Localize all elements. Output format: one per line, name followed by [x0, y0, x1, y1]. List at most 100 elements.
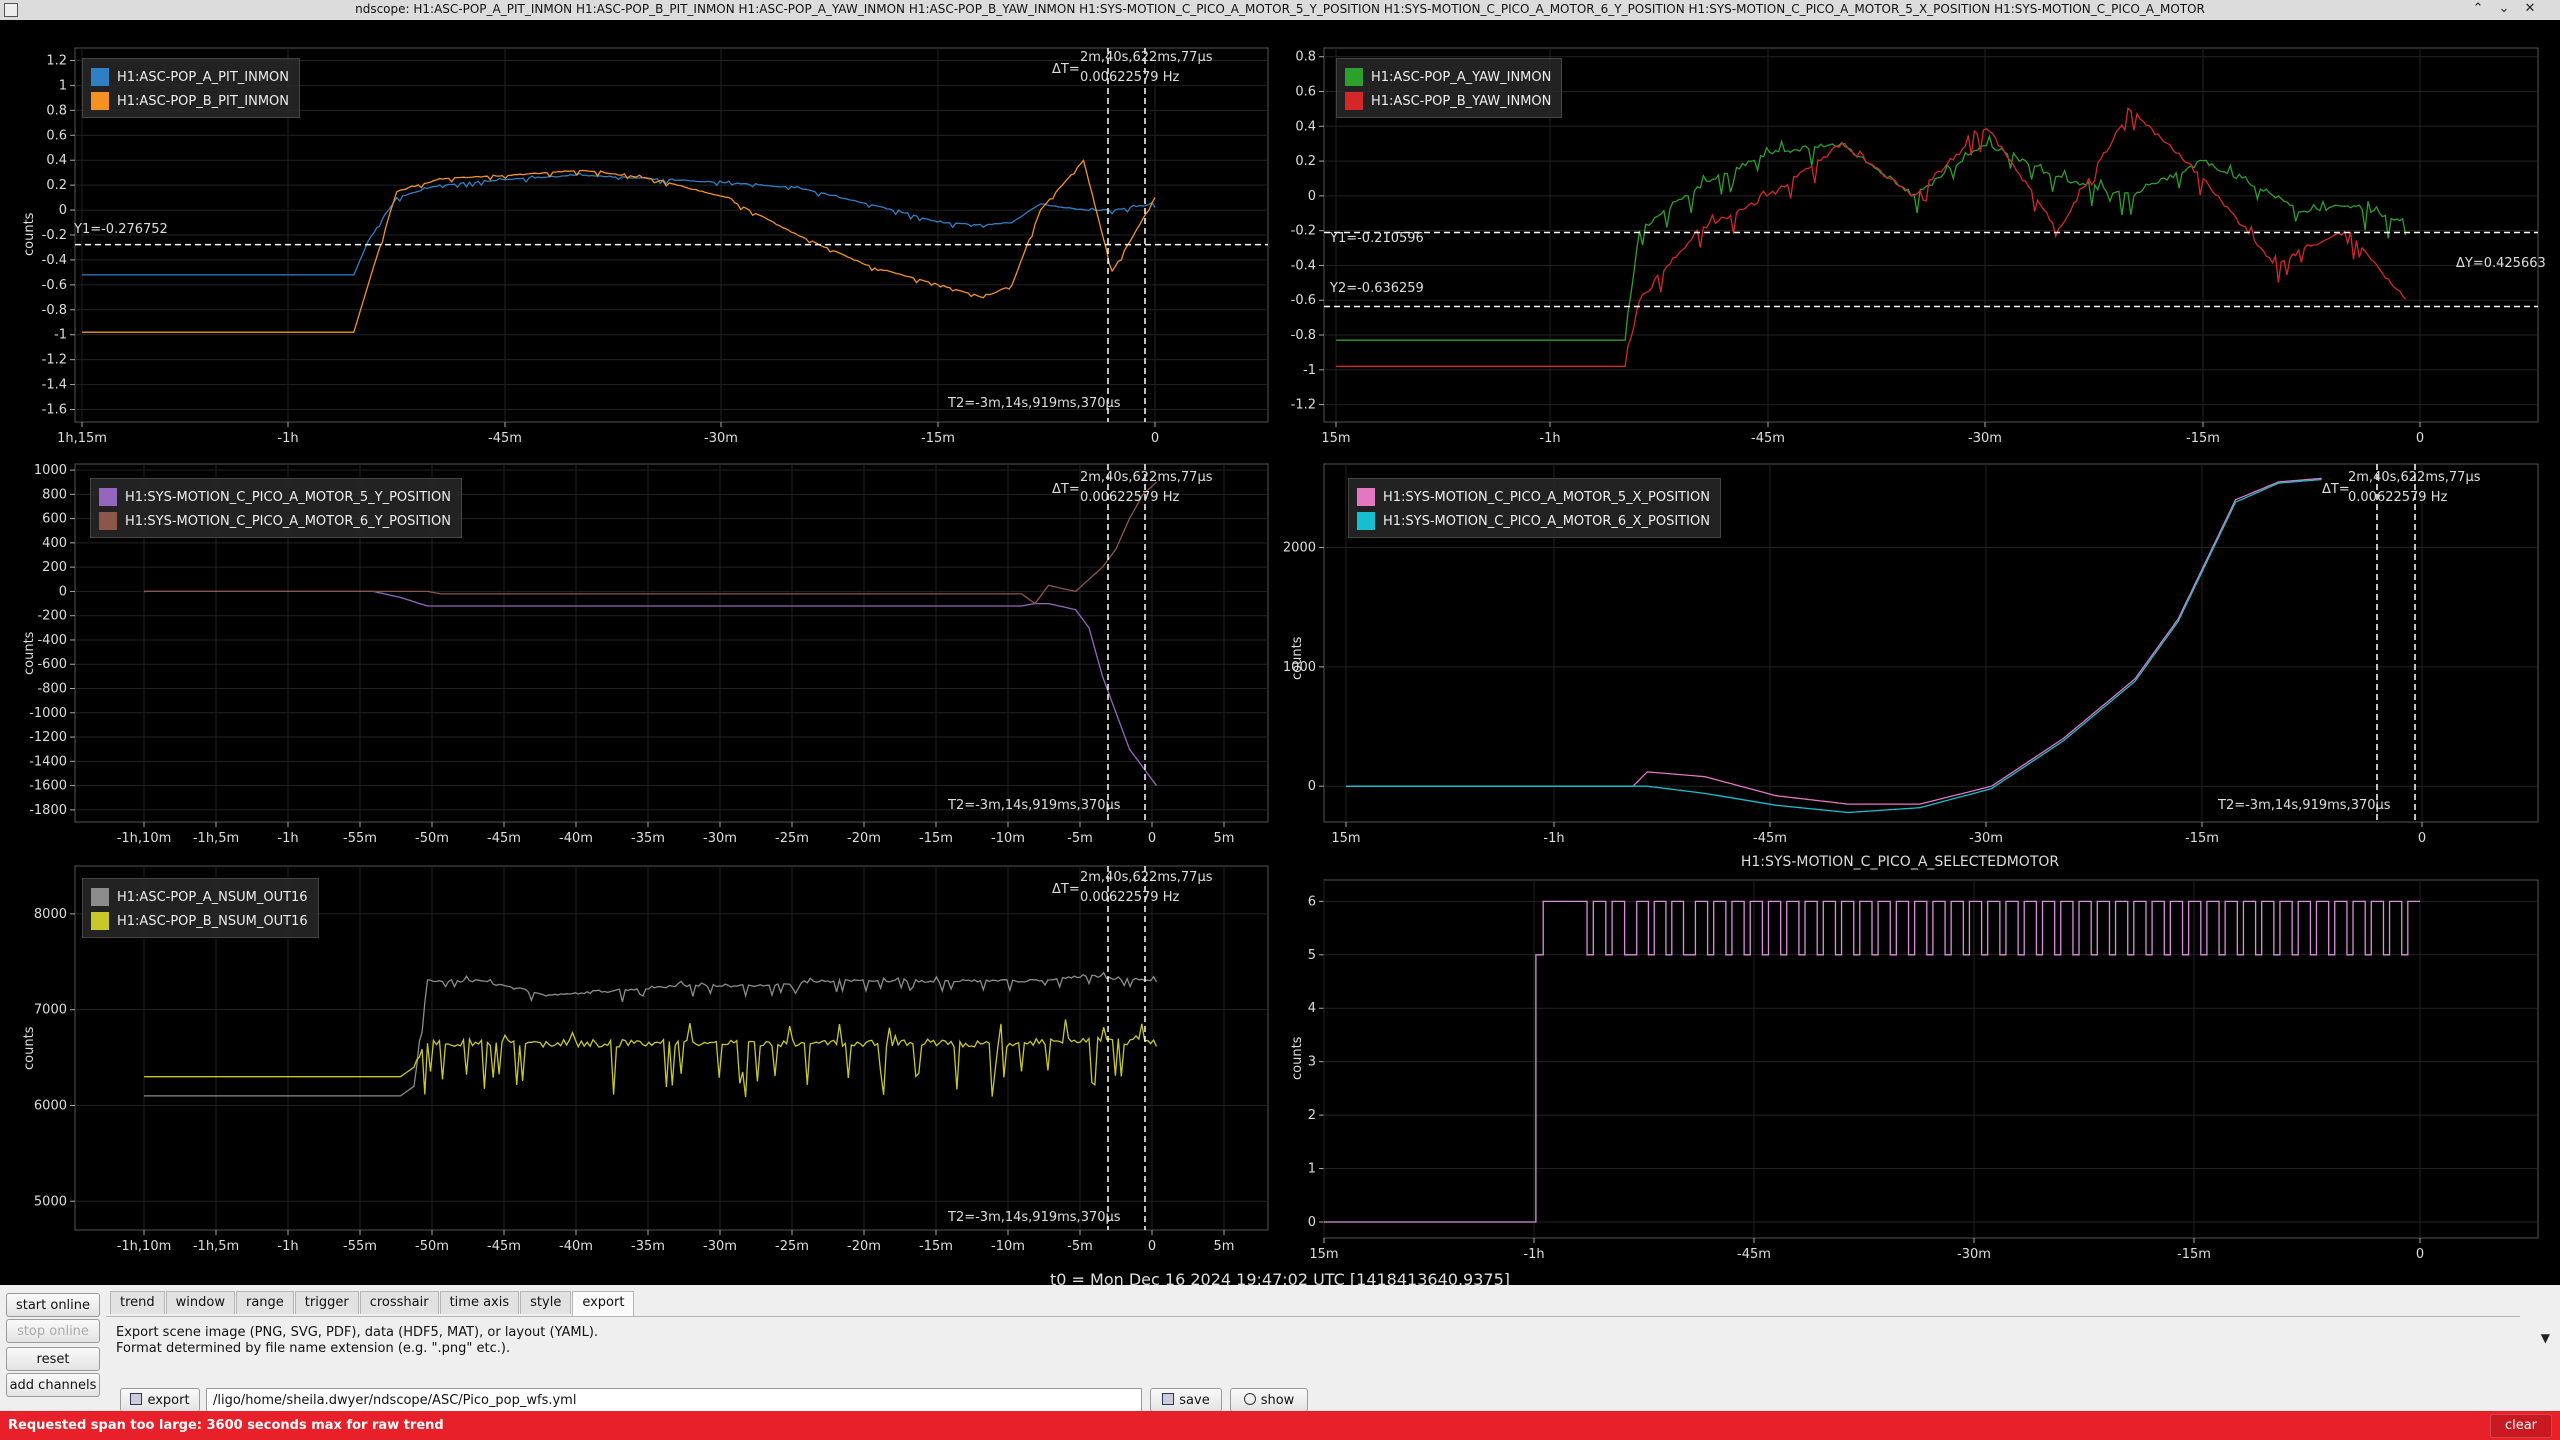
- export-tab-body: Export scene image (PNG, SVG, PDF), data…: [106, 1316, 2520, 1412]
- cursor-frequency: 0.00622579 Hz: [1080, 70, 1180, 85]
- cursor-t2-label: T2=-3m,14s,919ms,370μs: [2218, 798, 2391, 813]
- y-tick-label: -1.4: [42, 378, 67, 393]
- x-tick-label: -20m: [847, 1239, 881, 1254]
- legend-swatch: [1345, 92, 1363, 110]
- plot-selected-motor[interactable]: 6 5 4 3 2 1 0 15m -1h -45m -30m -15m 0 H1:SYS-MOTION…: [1280, 840, 2560, 1262]
- x-tick-label: -1h,5m: [193, 1239, 239, 1254]
- legend-swatch: [1345, 68, 1363, 86]
- plot-motor-y[interactable]: 1000 800 600 400 200 0 -200 -400 -600 -800 -1000 -1…: [0, 440, 1280, 846]
- tab-export[interactable]: export: [572, 1291, 635, 1317]
- plot-yaw-legend: H1:ASC-POP_A_YAW_INMON H1:ASC-POP_B_YAW_…: [1336, 58, 1563, 118]
- legend-label: H1:SYS-MOTION_C_PICO_A_MOTOR_5_Y_POSITIO…: [125, 489, 451, 505]
- legend-label: H1:SYS-MOTION_C_PICO_A_MOTOR_6_X_POSITIO…: [1383, 513, 1710, 529]
- clear-button[interactable]: clear: [2490, 1414, 2552, 1438]
- y-tick-label: 200: [42, 560, 67, 575]
- legend-label: H1:ASC-POP_A_PIT_INMON: [117, 69, 289, 85]
- show-button[interactable]: show: [1230, 1388, 1308, 1412]
- x-tick-label: -35m: [631, 1239, 665, 1254]
- plot-pit[interactable]: 1.2 1 0.8 0.6 0.4 0.2 0 -0.2 -0.4 -0.6 -0.8 -1 -1.2 -…: [0, 20, 1280, 446]
- reset-button[interactable]: reset: [6, 1347, 100, 1371]
- plot-area[interactable]: 1.2 1 0.8 0.6 0.4 0.2 0 -0.2 -0.4 -0.6 -0.8 -1 -1.2 -…: [0, 20, 2560, 1289]
- minimize-icon[interactable]: ⌃: [2468, 1, 2488, 16]
- save-icon: [1162, 1393, 1175, 1405]
- plot-motor-x-ylabel: counts: [1290, 636, 1305, 680]
- export-description: Export scene image (PNG, SVG, PDF), data…: [116, 1325, 599, 1340]
- y-tick-label: 0: [1308, 1215, 1316, 1230]
- close-icon[interactable]: ✕: [2520, 1, 2540, 16]
- plot-motor-x[interactable]: 2000 1000 0 15m -1h -45m -30m -15m 0 counts H1:S…: [1280, 440, 2560, 846]
- tab-time-axis[interactable]: time axis: [439, 1291, 520, 1314]
- cursor-dt-label: ΔT=: [1052, 482, 1080, 497]
- cursor-dt-label: ΔT=: [1052, 882, 1080, 897]
- maximize-icon[interactable]: ⌄: [2494, 1, 2514, 16]
- tab-range[interactable]: range: [235, 1291, 294, 1314]
- control-panel: start online stop online reset add chann…: [0, 1285, 2560, 1412]
- y-tick-label: 5000: [34, 1194, 67, 1209]
- export-button-label: export: [147, 1393, 190, 1408]
- tab-trend[interactable]: trend: [110, 1291, 165, 1314]
- y-tick-label: -0.2: [1291, 224, 1316, 239]
- x-tick-label: 0: [1148, 1239, 1156, 1254]
- status-message: Requested span too large: 3600 seconds m…: [8, 1418, 444, 1433]
- x-tick-label: -30m: [703, 1239, 737, 1254]
- tab-window[interactable]: window: [165, 1291, 235, 1314]
- cursor-dt-value: 2m,40s,622ms,77μs: [1080, 470, 1213, 485]
- y-tick-label: 7000: [34, 1003, 67, 1018]
- series-line: [1335, 134, 2407, 341]
- legend-swatch: [99, 488, 117, 506]
- cursor-dt-value: 2m,40s,622ms,77μs: [1080, 50, 1213, 65]
- x-tick-label: -1h,10m: [117, 1239, 172, 1254]
- y-tick-label: 0.4: [46, 153, 67, 168]
- y-tick-label: -1: [1303, 363, 1316, 378]
- plot-selected-motor-ylabel: counts: [1290, 1036, 1305, 1080]
- x-tick-label: -50m: [415, 1239, 449, 1254]
- x-tick-label: -30m: [1957, 1247, 1991, 1262]
- legend-entry: H1:SYS-MOTION_C_PICO_A_MOTOR_5_Y_POSITIO…: [99, 485, 451, 509]
- y-tick-label: -1: [54, 328, 67, 343]
- legend-swatch: [1357, 512, 1375, 530]
- stop-online-button[interactable]: stop online: [6, 1319, 100, 1343]
- x-tick-label: -10m: [991, 1239, 1025, 1254]
- start-online-button[interactable]: start online: [6, 1293, 100, 1317]
- plot-nsum[interactable]: 8000 7000 6000 5000 -1h,10m -1h,5m -1h -55m -50m…: [0, 840, 1280, 1260]
- y-tick-label: -0.4: [42, 253, 67, 268]
- y-tick-label: 0.2: [1295, 154, 1316, 169]
- collapse-arrow-icon[interactable]: ▼: [2541, 1331, 2550, 1345]
- y-tick-label: -1000: [29, 706, 67, 721]
- plot-selected-motor-canvas[interactable]: 6 5 4 3 2 1 0 15m -1h -45m -30m -15m 0: [1280, 840, 2560, 1262]
- series-line: [1335, 107, 2406, 367]
- series-line: [143, 1019, 1158, 1098]
- y-tick-label: 600: [42, 512, 67, 527]
- y-tick-label: -1.2: [42, 353, 67, 368]
- tab-crosshair[interactable]: crosshair: [359, 1291, 439, 1314]
- series-line: [143, 971, 1158, 1097]
- y-tick-label: 2: [1308, 1108, 1316, 1123]
- y-tick-label: 0.2: [46, 178, 67, 193]
- status-bar: Requested span too large: 3600 seconds m…: [0, 1411, 2560, 1440]
- legend-label: H1:ASC-POP_A_NSUM_OUT16: [117, 889, 308, 905]
- y-tick-label: -1.2: [1291, 398, 1316, 413]
- window-titlebar: ndscope: H1:ASC-POP_A_PIT_INMON H1:ASC-P…: [0, 0, 2560, 21]
- y-tick-label: 4: [1308, 1001, 1316, 1016]
- y-tick-label: -1400: [29, 754, 67, 769]
- legend-entry: H1:ASC-POP_B_YAW_INMON: [1345, 89, 1551, 113]
- add-channels-button[interactable]: add channels: [6, 1373, 100, 1397]
- legend-label: H1:SYS-MOTION_C_PICO_A_MOTOR_6_Y_POSITIO…: [125, 513, 451, 529]
- tab-trigger[interactable]: trigger: [294, 1291, 359, 1314]
- x-tick-label: -40m: [559, 1239, 593, 1254]
- plot-motor-y-legend: H1:SYS-MOTION_C_PICO_A_MOTOR_5_Y_POSITIO…: [90, 478, 462, 538]
- export-path-field[interactable]: /ligo/home/sheila.dwyer/ndscope/ASC/Pico…: [206, 1388, 1142, 1412]
- save-button[interactable]: save: [1150, 1388, 1222, 1412]
- y-tick-label: -1600: [29, 779, 67, 794]
- x-tick-label: -5m: [1067, 1239, 1093, 1254]
- plot-pit-ylabel: counts: [22, 212, 37, 256]
- legend-label: H1:ASC-POP_B_YAW_INMON: [1371, 93, 1552, 109]
- cursor-frequency: 0.00622579 Hz: [1080, 890, 1180, 905]
- y-tick-label: -0.8: [1291, 328, 1316, 343]
- export-button[interactable]: export: [120, 1388, 200, 1412]
- show-button-label: show: [1260, 1393, 1295, 1408]
- plot-yaw[interactable]: 0.8 0.6 0.4 0.2 0 -0.2 -0.4 -0.6 -0.8 -1 -1.2 15m -1…: [1280, 20, 2560, 446]
- tab-style[interactable]: style: [520, 1291, 572, 1314]
- y-tick-label: 1000: [34, 463, 67, 478]
- cursor-t2-label: T2=-3m,14s,919ms,370μs: [948, 798, 1121, 813]
